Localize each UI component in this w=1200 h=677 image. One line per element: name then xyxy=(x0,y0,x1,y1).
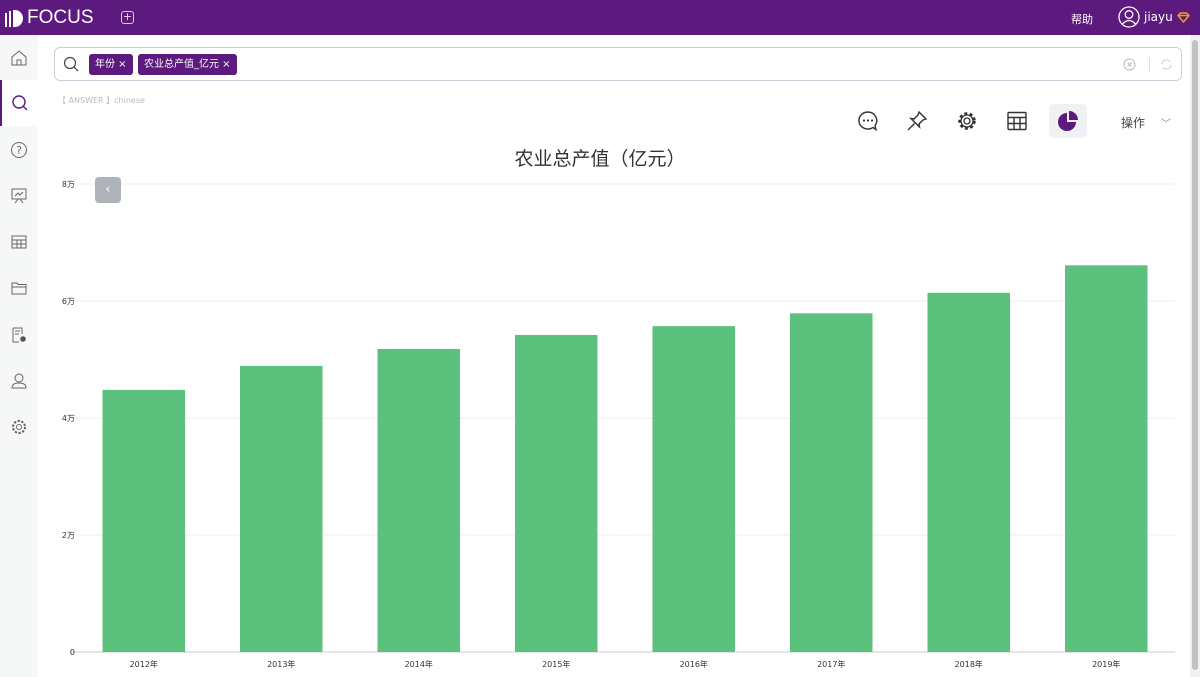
y-tick-label: 8万 xyxy=(62,180,75,189)
x-tick-label: 2019年 xyxy=(1092,659,1120,669)
bar xyxy=(1065,265,1148,652)
bar xyxy=(652,326,735,652)
bar xyxy=(240,365,323,652)
x-tick-label: 2018年 xyxy=(955,659,983,669)
x-tick-label: 2016年 xyxy=(680,659,708,669)
x-tick-label: 2013年 xyxy=(267,659,295,669)
bar xyxy=(377,348,460,652)
x-tick-label: 2015年 xyxy=(542,659,570,669)
y-tick-label: 6万 xyxy=(62,297,75,306)
bar xyxy=(102,389,185,652)
bar-chart: 0 2万 4万 6万 8万 2012年 2013年 2014年 2015年 2016年 2017年 2… xyxy=(62,180,1175,669)
y-tick-label: 4万 xyxy=(62,414,75,423)
bar xyxy=(927,292,1010,652)
x-tick-label: 2014年 xyxy=(405,659,433,669)
y-tick-label: 2万 xyxy=(62,531,75,540)
collapse-panel-button[interactable]: ‹ xyxy=(95,177,121,203)
bar xyxy=(515,334,598,652)
bar xyxy=(790,313,873,652)
x-tick-label: 2012年 xyxy=(130,659,158,669)
x-tick-label: 2017年 xyxy=(817,659,845,669)
scrollbar-thumb[interactable] xyxy=(1192,40,1198,670)
y-tick-label: 0 xyxy=(70,648,75,657)
